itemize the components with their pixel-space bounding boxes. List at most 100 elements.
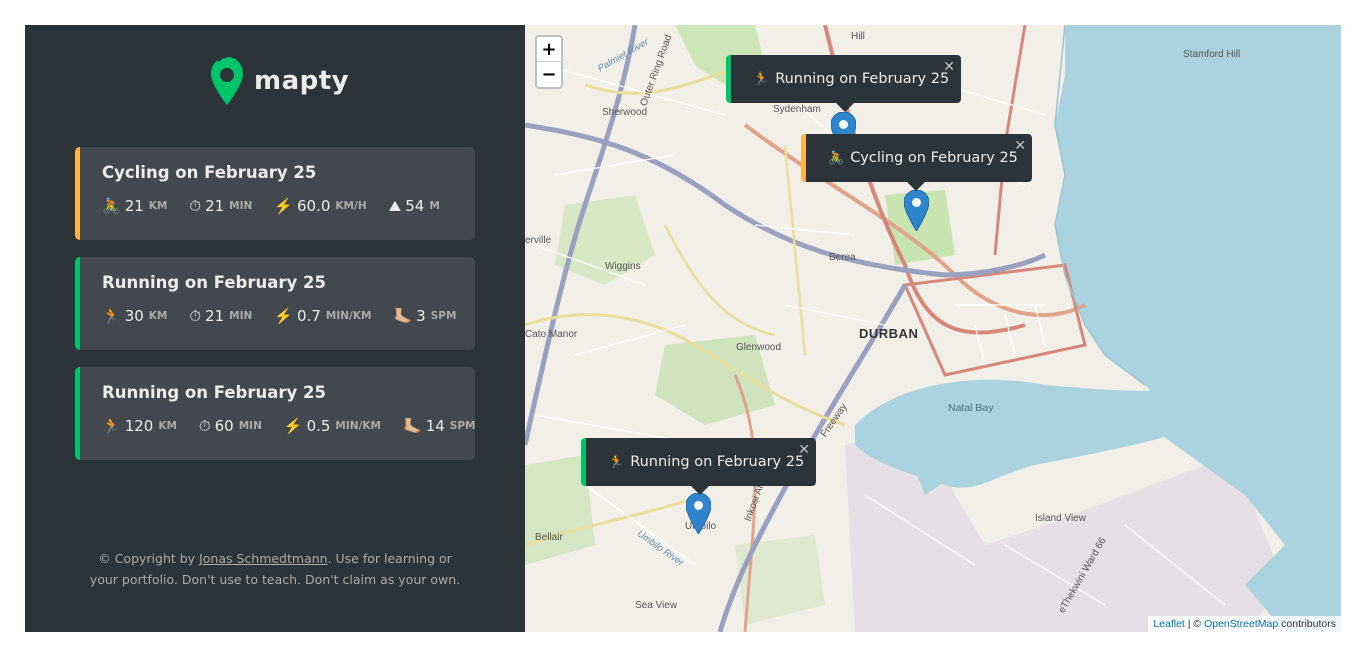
label-glenwood: Glenwood xyxy=(736,342,782,353)
duration-unit: min xyxy=(229,310,253,322)
close-icon[interactable]: ✕ xyxy=(943,59,955,75)
stopwatch-icon: ⏱ xyxy=(189,196,202,215)
label-hill: Hill xyxy=(851,31,865,42)
pace-detail: ⚡️ 0.5 min/km xyxy=(284,417,381,435)
cadence-detail: 🦶🏼 14 spm xyxy=(403,417,476,435)
duration-value: 21 xyxy=(205,197,225,215)
speed-value: 60.0 xyxy=(297,197,331,215)
label-bellair: Bellair xyxy=(535,532,563,543)
distance-unit: km xyxy=(158,420,177,432)
distance-detail: 🏃 30 km xyxy=(102,307,167,325)
map-pin-logo-icon xyxy=(211,55,243,105)
lightning-icon: ⚡️ xyxy=(274,306,294,325)
cadence-value: 14 xyxy=(425,417,445,435)
lightning-icon: ⚡️ xyxy=(274,196,294,215)
logo: mapty xyxy=(210,55,349,107)
distance-value: 21 xyxy=(124,197,144,215)
distance-detail: 🚴 21 km xyxy=(102,197,167,215)
workout-title: Running on February 25 xyxy=(102,273,326,292)
cadence-value: 3 xyxy=(416,307,426,325)
cycling-popup[interactable]: 🚴 Cycling on February 25 ✕ xyxy=(801,134,1032,191)
duration-detail: ⏱ 21 min xyxy=(189,307,252,325)
workout-details: 🏃 30 km ⏱ 21 min ⚡️ 0.7 min/km xyxy=(102,306,456,325)
map[interactable]: Sherwood Sydenham Wiggins Berea DURBAN G… xyxy=(525,25,1341,632)
map-marker-icon[interactable] xyxy=(904,190,929,231)
workout-title: Running on February 25 xyxy=(102,383,326,402)
bicycle-icon: 🚴 xyxy=(828,150,845,166)
label-sea-view: Sea View xyxy=(635,600,678,611)
bicycle-icon: 🚴 xyxy=(102,196,121,215)
runner-icon: 🏃 xyxy=(608,454,625,470)
popup-text: Running on February 25 xyxy=(775,71,950,87)
popup-text: Cycling on February 25 xyxy=(850,150,1018,166)
zoom-in-button[interactable]: + xyxy=(537,37,561,62)
attribution-tail: contributors xyxy=(1278,618,1336,630)
pace-unit: min/km xyxy=(325,310,372,322)
running-popup[interactable]: 🏃 Running on February 25 ✕ xyxy=(726,55,961,112)
map-marker-icon[interactable] xyxy=(686,493,711,534)
mountain-icon: ⛰ xyxy=(388,196,402,215)
label-cato-manor: Cato Manor xyxy=(525,329,578,340)
label-wiggins: Wiggins xyxy=(605,261,641,272)
openstreetmap-link[interactable]: OpenStreetMap xyxy=(1204,618,1278,630)
app: mapty Cycling on February 25 🚴 21 km ⏱ 2… xyxy=(25,25,1341,632)
workout-card-running[interactable]: Running on February 25 🏃 30 km ⏱ 21 min … xyxy=(75,257,475,350)
author-link[interactable]: Jonas Schmedtmann xyxy=(199,551,328,566)
speed-detail: ⚡️ 60.0 km/h xyxy=(274,197,366,215)
runner-icon: 🏃 xyxy=(102,416,121,435)
workout-card-cycling[interactable]: Cycling on February 25 🚴 21 km ⏱ 21 min … xyxy=(75,147,475,240)
elevation-detail: ⛰ 54 m xyxy=(389,197,440,215)
leaflet-link[interactable]: Leaflet xyxy=(1153,618,1185,630)
popup-text: Running on February 25 xyxy=(630,454,805,470)
running-popup[interactable]: 🏃 Running on February 25 ✕ xyxy=(581,438,816,495)
distance-unit: km xyxy=(148,310,168,322)
stopwatch-icon: ⏱ xyxy=(189,306,202,325)
map-attribution: Leaflet | © OpenStreetMap contributors xyxy=(1148,616,1341,632)
zoom-control: + − xyxy=(535,35,563,89)
label-berea: Berea xyxy=(829,252,856,263)
attribution-separator: | © xyxy=(1184,618,1205,630)
label-sherwood: Sherwood xyxy=(602,107,648,118)
runner-icon: 🏃 xyxy=(753,71,770,87)
cadence-unit: spm xyxy=(449,420,476,432)
foot-icon: 🦶🏼 xyxy=(393,306,413,325)
duration-value: 60 xyxy=(214,417,234,435)
duration-unit: min xyxy=(238,420,262,432)
workout-title: Cycling on February 25 xyxy=(102,163,317,182)
label-stamford-hill: Stamford Hill xyxy=(1183,49,1241,60)
distance-detail: 🏃 120 km xyxy=(102,417,177,435)
workout-details: 🚴 21 km ⏱ 21 min ⚡️ 60.0 km/h xyxy=(102,197,453,215)
distance-value: 30 xyxy=(124,307,144,325)
distance-unit: km xyxy=(148,200,168,212)
speed-unit: km/h xyxy=(335,200,367,212)
runner-icon: 🏃 xyxy=(102,306,121,325)
workout-card-running[interactable]: Running on February 25 🏃 120 km ⏱ 60 min… xyxy=(75,367,476,460)
label-sydenham: Sydenham xyxy=(773,104,821,115)
foot-icon: 🦶🏼 xyxy=(403,416,422,435)
popup-tip xyxy=(690,485,710,495)
label-island-view: Island View xyxy=(1035,513,1086,524)
label-natal-bay: Natal Bay xyxy=(948,402,994,414)
duration-detail: ⏱ 60 min xyxy=(199,417,262,435)
brand-name: mapty xyxy=(254,66,350,96)
label-westville: erville xyxy=(525,235,552,246)
elevation-unit: m xyxy=(429,200,440,212)
workout-list: Cycling on February 25 🚴 21 km ⏱ 21 min … xyxy=(75,147,476,477)
pace-unit: min/km xyxy=(335,420,381,432)
lightning-icon: ⚡️ xyxy=(283,416,303,435)
elevation-value: 54 xyxy=(405,197,425,215)
copyright: © Copyright by Jonas Schmedtmann. Use fo… xyxy=(85,548,465,590)
duration-value: 21 xyxy=(205,307,225,325)
cadence-unit: spm xyxy=(430,310,457,322)
workout-details: 🏃 120 km ⏱ 60 min ⚡️ 0.5 min/km xyxy=(102,417,476,435)
duration-detail: ⏱ 21 min xyxy=(189,197,252,215)
pace-detail: ⚡️ 0.7 min/km xyxy=(274,307,371,325)
stopwatch-icon: ⏱ xyxy=(198,416,211,435)
close-icon[interactable]: ✕ xyxy=(798,442,810,458)
zoom-out-button[interactable]: − xyxy=(537,62,561,87)
label-durban: DURBAN xyxy=(859,326,919,341)
close-icon[interactable]: ✕ xyxy=(1014,138,1026,154)
popup-tip xyxy=(906,181,926,191)
pace-value: 0.5 xyxy=(306,417,331,435)
popup-tip xyxy=(835,102,855,112)
